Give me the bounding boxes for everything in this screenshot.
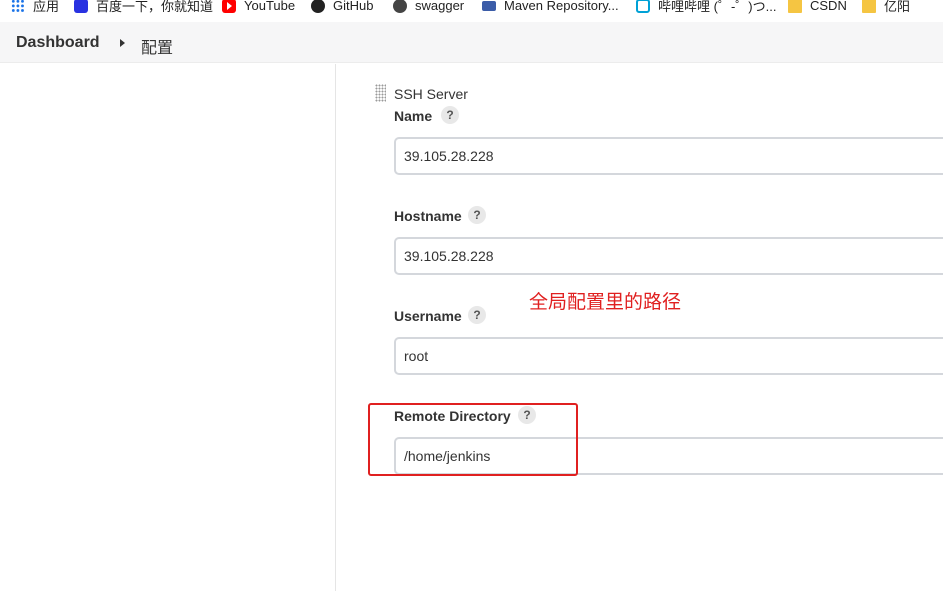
bookmark-youtube[interactable]: YouTube bbox=[222, 0, 295, 14]
bookmark-github[interactable]: GitHub bbox=[311, 0, 373, 14]
youtube-icon bbox=[222, 0, 236, 13]
hostname-input[interactable] bbox=[394, 237, 943, 275]
username-label: Username bbox=[394, 308, 462, 324]
github-icon bbox=[311, 0, 325, 13]
bookmark-label: 百度一下，你就知道 bbox=[96, 0, 214, 14]
bookmark-swagger[interactable]: swagger bbox=[393, 0, 464, 14]
bilibili-icon bbox=[636, 0, 650, 13]
bookmarks-bar: 应用 百度一下，你就知道 YouTube GitHub swagger Mave… bbox=[0, 0, 943, 14]
bookmark-label: swagger bbox=[415, 0, 465, 13]
annotation-highlight-box bbox=[368, 403, 578, 476]
folder-icon bbox=[862, 0, 876, 13]
username-input[interactable] bbox=[394, 337, 943, 375]
bookmark-label: CSDN bbox=[810, 0, 847, 13]
bookmark-label: 应用 bbox=[33, 0, 60, 14]
bookmark-yiyang[interactable]: 亿阳 bbox=[862, 0, 910, 14]
folder-icon bbox=[788, 0, 802, 13]
drag-handle-icon[interactable] bbox=[375, 84, 386, 102]
help-icon[interactable]: ? bbox=[468, 306, 486, 324]
breadcrumb: Dashboard 配置 bbox=[0, 22, 943, 63]
bookmark-label: GitHub bbox=[333, 0, 374, 13]
bookmark-maven[interactable]: Maven Repository... bbox=[482, 0, 619, 14]
baidu-icon bbox=[74, 0, 88, 13]
name-label: Name bbox=[394, 108, 433, 124]
bookmark-label: YouTube bbox=[244, 0, 296, 13]
annotation-text: 全局配置里的路径 bbox=[529, 292, 682, 313]
bookmark-label: 亿阳 bbox=[884, 0, 911, 14]
breadcrumb-dashboard-link[interactable]: Dashboard bbox=[16, 34, 100, 52]
breadcrumb-current: 配置 bbox=[141, 40, 174, 57]
bookmark-csdn[interactable]: CSDN bbox=[788, 0, 847, 14]
globe-icon bbox=[393, 0, 407, 13]
maven-icon bbox=[482, 0, 496, 11]
bookmark-baidu[interactable]: 百度一下，你就知道 bbox=[74, 0, 213, 14]
bookmark-bilibili[interactable]: 哔哩哔哩 (゜-゜)つ... bbox=[636, 0, 776, 14]
chevron-right-icon[interactable] bbox=[120, 39, 125, 47]
name-input[interactable] bbox=[394, 137, 943, 175]
apps-icon bbox=[11, 0, 25, 13]
side-panel-divider bbox=[335, 64, 336, 591]
hostname-label: Hostname bbox=[394, 208, 462, 224]
bookmark-label: 哔哩哔哩 (゜-゜)つ... bbox=[658, 0, 777, 14]
section-title: SSH Server bbox=[394, 86, 468, 102]
help-icon[interactable]: ? bbox=[468, 206, 486, 224]
bookmark-apps[interactable]: 应用 bbox=[11, 0, 59, 14]
help-icon[interactable]: ? bbox=[441, 106, 459, 124]
bookmark-label: Maven Repository... bbox=[504, 0, 619, 13]
